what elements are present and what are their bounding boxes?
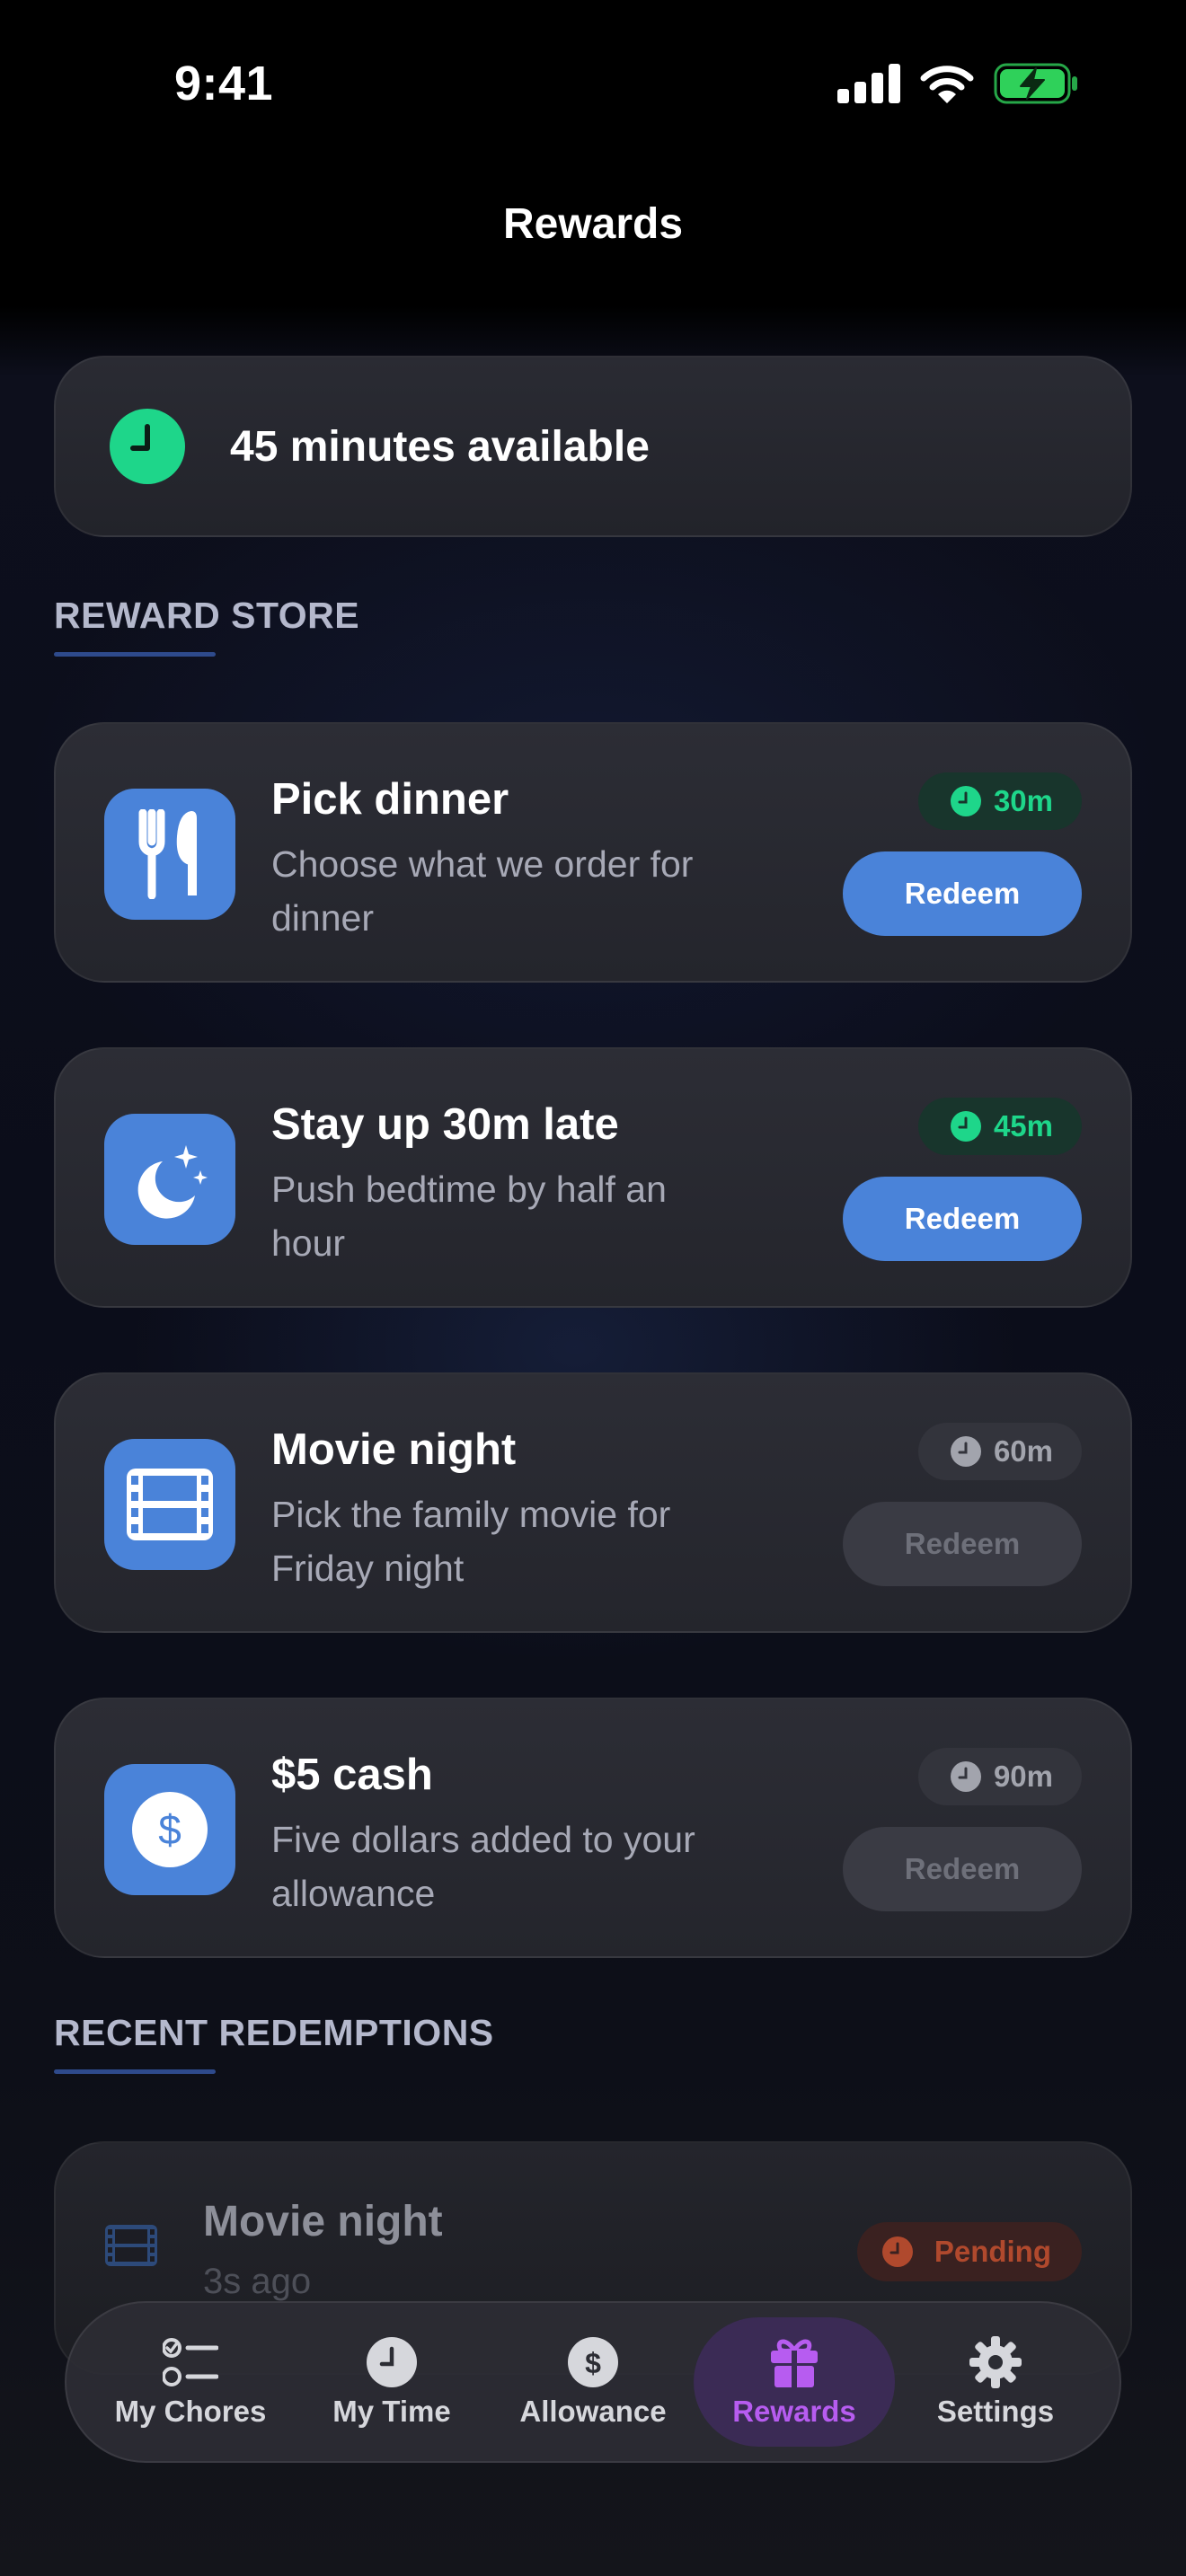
page-title: Rewards <box>502 200 684 248</box>
reward-icon-tile <box>104 1439 235 1570</box>
reward-card-movie-night: Movie night Pick the family movie for Fr… <box>54 1372 1132 1633</box>
gift-icon <box>771 2339 818 2387</box>
reward-card-stay-up-late: Stay up 30m late Push bedtime by half an… <box>54 1047 1132 1308</box>
dollar-icon: $ <box>132 1792 208 1867</box>
reward-icon-tile: $ <box>104 1764 235 1895</box>
recent-redemptions-heading: RECENT REDEMPTIONS <box>54 2012 494 2053</box>
battery-charging-icon <box>994 63 1077 104</box>
svg-text:$: $ <box>158 1806 181 1853</box>
tab-label: Allowance <box>519 2395 667 2428</box>
status-label: Pending <box>934 2235 1051 2268</box>
reward-description: Five dollars added to your allowance <box>271 1819 695 1914</box>
tab-label: Settings <box>936 2395 1055 2428</box>
tab-my-time[interactable]: My Time <box>291 2317 492 2447</box>
gear-icon <box>969 2336 1022 2388</box>
film-icon <box>105 2225 157 2266</box>
tab-allowance[interactable]: $ Allowance <box>492 2317 694 2447</box>
tab-label: My Chores <box>114 2395 267 2428</box>
reward-description: Pick the family movie for Friday night <box>271 1494 671 1589</box>
time-balance-card: 45 minutes available <box>54 356 1132 537</box>
tab-label: My Time <box>332 2395 451 2428</box>
reward-icon-tile <box>104 789 235 920</box>
fork-knife-icon <box>138 809 197 899</box>
clock-icon <box>950 1761 981 1792</box>
status-time: 9:41 <box>174 57 274 110</box>
reward-icon-tile <box>104 1114 235 1245</box>
moon-stars-icon <box>137 1145 208 1219</box>
recent-item-title: Movie night <box>203 2198 443 2245</box>
redeem-button[interactable]: Redeem <box>843 1177 1082 1261</box>
cost-badge: 45m <box>917 1098 1082 1155</box>
redeem-button[interactable]: Redeem <box>843 851 1082 936</box>
clock-icon <box>950 1436 981 1467</box>
dollar-icon: $ <box>568 2337 618 2387</box>
cellular-signal-icon <box>837 64 900 103</box>
tab-label: Rewards <box>732 2395 856 2428</box>
section-underline <box>54 652 216 657</box>
reward-description: Choose what we order for dinner <box>271 843 694 939</box>
reward-store-heading: REWARD STORE <box>54 595 360 636</box>
redeem-button[interactable]: Redeem <box>843 1827 1082 1911</box>
reward-title: Movie night <box>271 1425 517 1474</box>
reward-title: Stay up 30m late <box>271 1100 619 1149</box>
reward-card-cash: $ $5 cash Five dollars added to your all… <box>54 1698 1132 1958</box>
tab-settings[interactable]: Settings <box>895 2317 1096 2447</box>
reward-title: $5 cash <box>271 1751 433 1799</box>
checklist-icon <box>163 2338 218 2386</box>
cost-badge: 90m <box>917 1748 1082 1805</box>
clock-icon <box>950 1111 981 1142</box>
reward-card-pick-dinner: Pick dinner Choose what we order for din… <box>54 722 1132 983</box>
status-icons <box>837 63 1078 104</box>
recent-item-time: 3s ago <box>203 2262 312 2301</box>
cost-label: 60m <box>993 1434 1053 1468</box>
clock-icon <box>367 2337 417 2387</box>
reward-title: Pick dinner <box>271 775 509 824</box>
clock-icon <box>110 409 185 484</box>
section-underline <box>54 2069 216 2074</box>
svg-text:$: $ <box>585 2347 601 2379</box>
redeem-button[interactable]: Redeem <box>843 1502 1082 1586</box>
cost-label: 45m <box>993 1109 1053 1142</box>
tab-bar: My Chores My Time $ Allowance Rewards Se… <box>65 2301 1121 2463</box>
wifi-icon <box>920 66 974 103</box>
cost-badge: 60m <box>917 1423 1082 1480</box>
cost-label: 90m <box>993 1760 1053 1793</box>
tab-my-chores[interactable]: My Chores <box>90 2317 291 2447</box>
reward-description: Push bedtime by half an hour <box>271 1169 667 1264</box>
clock-icon <box>881 2236 913 2267</box>
film-icon <box>127 1469 213 1540</box>
clock-icon <box>950 786 981 816</box>
status-badge: Pending <box>856 2222 1082 2281</box>
tab-rewards[interactable]: Rewards <box>694 2317 895 2447</box>
cost-badge: 30m <box>917 772 1082 830</box>
cost-label: 30m <box>993 784 1053 817</box>
time-balance-text: 45 minutes available <box>230 422 650 471</box>
rewards-screen: 9:41 Rewards 45 minutes available REWARD… <box>0 0 1186 2576</box>
